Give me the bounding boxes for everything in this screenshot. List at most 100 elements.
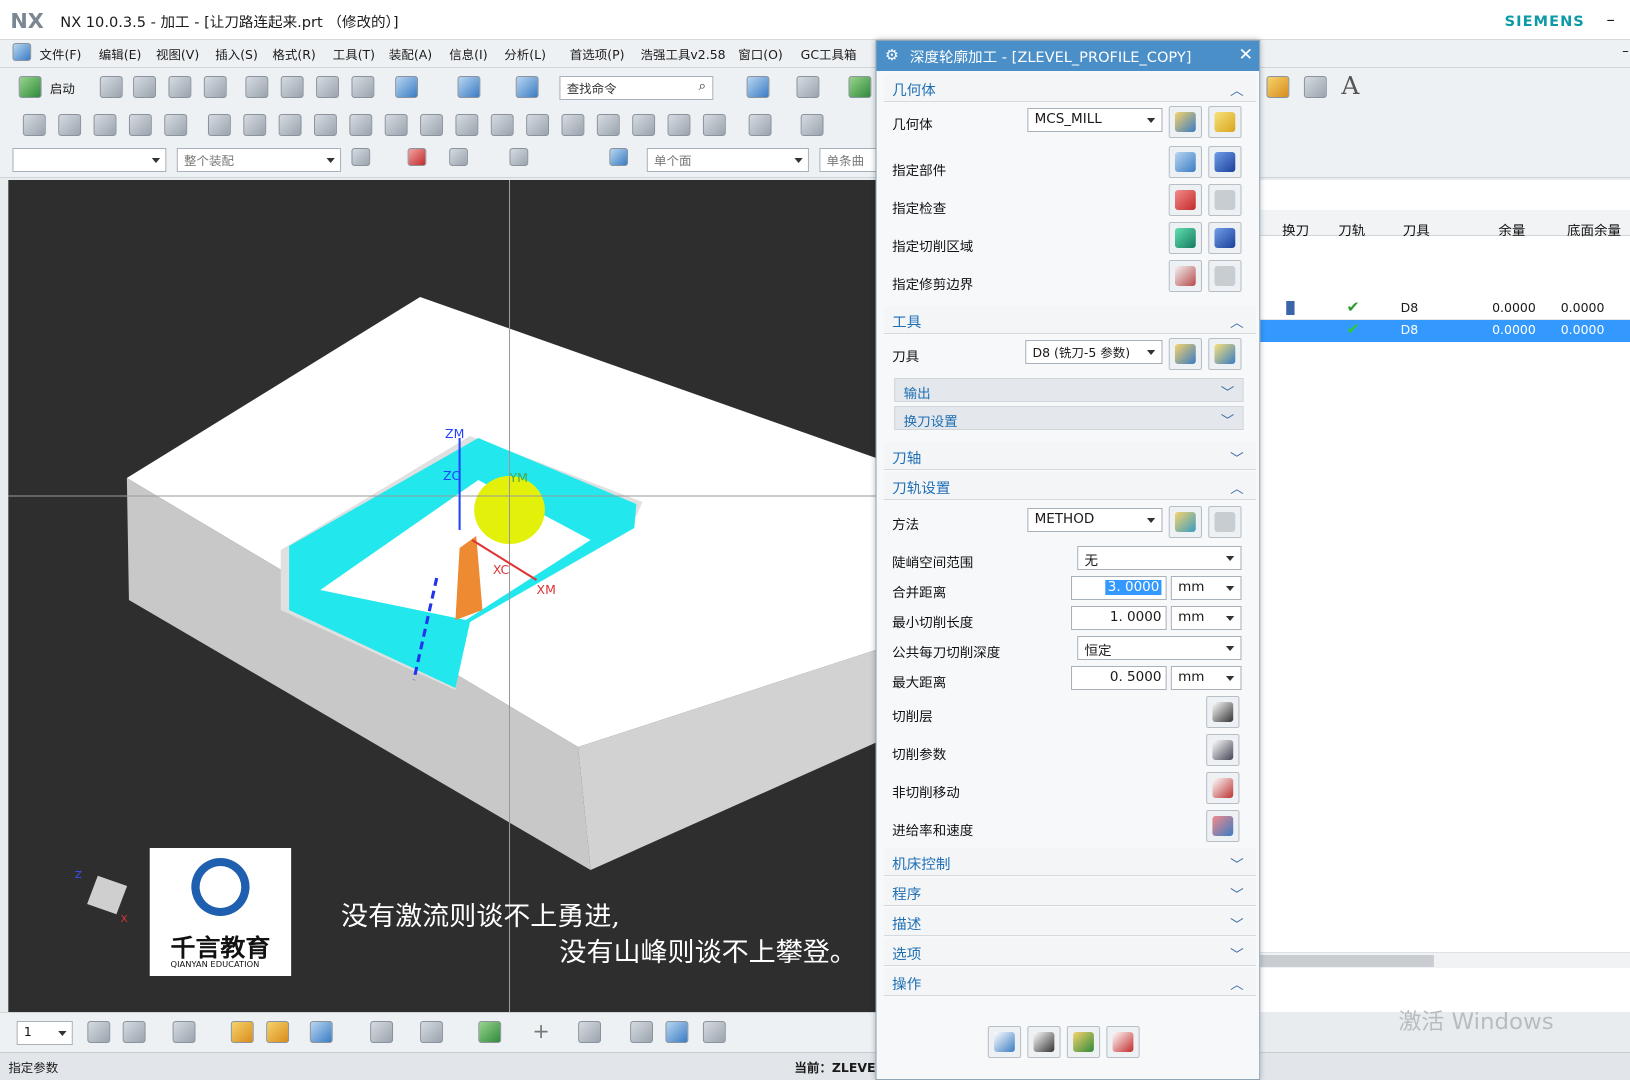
measure-icon[interactable] [420, 1021, 443, 1043]
paste-icon[interactable] [316, 76, 339, 98]
section-icon[interactable] [370, 1021, 394, 1043]
draft-icon[interactable] [455, 114, 479, 136]
cut-params-button[interactable] [1206, 734, 1240, 766]
menu-file[interactable]: 文件(F) [40, 46, 82, 63]
collapse-icon[interactable]: ︿ [1230, 80, 1244, 99]
dialog-gear-icon[interactable]: ⚙ [885, 46, 899, 64]
specify-cut-area-button[interactable] [1168, 222, 1203, 254]
search-command-input[interactable]: 查找命令 ⌕ [559, 76, 714, 100]
snap-icon[interactable] [407, 148, 427, 166]
section-tool-axis[interactable]: 刀轴 ﹀ [883, 442, 1257, 470]
collapse-icon[interactable]: ︿ [1230, 312, 1244, 331]
curve-rule-combo[interactable]: 单条曲线 [819, 148, 882, 172]
cut-icon[interactable] [245, 76, 269, 98]
specify-check-button[interactable] [1168, 184, 1203, 216]
new-geometry-button[interactable] [1168, 106, 1203, 138]
pattern-icon[interactable] [561, 114, 585, 136]
expand-icon[interactable]: ﹀ [1221, 410, 1235, 429]
copy-icon[interactable] [280, 76, 304, 98]
analysis-icon[interactable] [478, 1021, 502, 1043]
point-icon[interactable] [58, 114, 82, 136]
expand-icon[interactable]: ﹀ [1221, 382, 1235, 401]
menu-analysis[interactable]: 分析(L) [504, 46, 546, 63]
print-icon[interactable] [203, 76, 227, 98]
move-face-icon[interactable] [702, 114, 726, 136]
layer-visible-icon[interactable] [122, 1021, 146, 1043]
edit-geometry-button[interactable] [1208, 106, 1242, 138]
blue-cube-icon[interactable] [665, 1021, 689, 1043]
offset-face-icon[interactable] [526, 114, 550, 136]
display-part-button[interactable] [1208, 146, 1242, 178]
replay-button[interactable] [1027, 1026, 1061, 1058]
section-actions[interactable]: 操作 ︿ [883, 968, 1257, 996]
move-layer-icon[interactable] [172, 1021, 196, 1043]
cut-levels-button[interactable] [1206, 696, 1240, 728]
sketch-icon[interactable] [93, 114, 117, 136]
menu-view[interactable]: 视图(V) [156, 46, 199, 63]
menu-assembly[interactable]: 装配(A) [389, 46, 432, 63]
display-cut-area-button[interactable] [1208, 222, 1242, 254]
edit-method-button[interactable] [1208, 506, 1242, 538]
dialog-title-bar[interactable]: ⚙ 深度轮廓加工 - [ZLEVEL_PROFILE_COPY] ✕ [876, 41, 1260, 71]
menu-info[interactable]: 信息(I) [449, 46, 487, 63]
start-icon[interactable] [18, 76, 42, 98]
hole-icon[interactable] [314, 114, 337, 136]
extrude-icon[interactable] [207, 114, 231, 136]
layer-settings-icon[interactable] [87, 1021, 111, 1043]
section-machine-control[interactable]: 机床控制 ﹀ [883, 848, 1257, 876]
section-options[interactable]: 选项 ﹀ [883, 938, 1257, 966]
section-tool[interactable]: 工具 ︿ [883, 306, 1257, 334]
grey-cube-icon[interactable] [702, 1021, 726, 1043]
polygon-icon[interactable] [800, 114, 824, 136]
shell-icon[interactable] [349, 114, 373, 136]
column-header-tool[interactable]: 刀具 [1403, 220, 1430, 239]
table-row-selected[interactable]: ✔ D8 0.0000 0.0000 [1259, 320, 1630, 342]
delete-icon[interactable] [351, 76, 375, 98]
merge-distance-unit[interactable]: mm [1170, 576, 1242, 600]
blend-icon[interactable] [384, 114, 408, 136]
save-icon[interactable] [168, 76, 192, 98]
dialog-close-icon[interactable]: ✕ [1238, 45, 1253, 65]
horizontal-scrollbar[interactable] [1259, 952, 1630, 968]
common-depth-select[interactable]: 恒定 [1077, 636, 1242, 660]
display-trim-button[interactable] [1208, 260, 1242, 292]
specify-trim-button[interactable] [1168, 260, 1203, 292]
menu-preferences[interactable]: 首选项(P) [570, 46, 625, 63]
unite-icon[interactable] [596, 114, 620, 136]
type-filter-combo[interactable] [12, 148, 167, 172]
section-geometry[interactable]: 几何体 ︿ [883, 74, 1257, 102]
wcs-dynamic-icon[interactable] [230, 1021, 254, 1043]
column-header-toolpath[interactable]: 刀轨 [1338, 220, 1365, 239]
specify-part-button[interactable] [1168, 146, 1203, 178]
section-path-settings[interactable]: 刀轨设置 ︿ [883, 472, 1257, 500]
chamfer-icon[interactable] [420, 114, 443, 136]
start-menu-button[interactable]: 启动 [50, 80, 75, 97]
expand-icon[interactable]: ﹀ [1230, 914, 1244, 933]
revolve-icon[interactable] [243, 114, 267, 136]
menu-edit[interactable]: 编辑(E) [99, 46, 142, 63]
menu-haoqiang-tools[interactable]: 浩强工具v2.58 [641, 46, 726, 63]
merge-distance-input[interactable]: 3. 0000 [1070, 576, 1167, 600]
trim-body-icon[interactable] [490, 114, 514, 136]
tool-select[interactable]: D8 (铣刀-5 参数) [1025, 340, 1163, 364]
new-icon[interactable] [99, 76, 123, 98]
minimize-button[interactable]: – [1606, 10, 1614, 29]
selection-icon[interactable] [351, 148, 371, 166]
expand-icon[interactable]: ﹀ [1230, 448, 1244, 467]
brush-icon[interactable] [1303, 76, 1327, 98]
steep-range-select[interactable]: 无 [1077, 546, 1242, 570]
menu-format[interactable]: 格式(R) [272, 46, 315, 63]
rectangle-icon[interactable] [748, 114, 772, 136]
menu-insert[interactable]: 插入(S) [215, 46, 258, 63]
collapse-icon[interactable]: ︿ [1230, 974, 1244, 993]
menu-gc-toolbox[interactable]: GC工具箱 [801, 46, 857, 63]
new-method-button[interactable] [1168, 506, 1203, 538]
pad-icon[interactable] [278, 114, 302, 136]
plus-icon[interactable]: + [532, 1019, 549, 1043]
edit-tool-button[interactable] [1208, 338, 1242, 370]
intersect-icon[interactable] [667, 114, 691, 136]
text-style-icon[interactable]: A [1341, 72, 1359, 100]
window-icon[interactable] [457, 76, 481, 98]
geometry-select[interactable]: MCS_MILL [1027, 108, 1163, 132]
generate-button[interactable] [987, 1026, 1022, 1058]
